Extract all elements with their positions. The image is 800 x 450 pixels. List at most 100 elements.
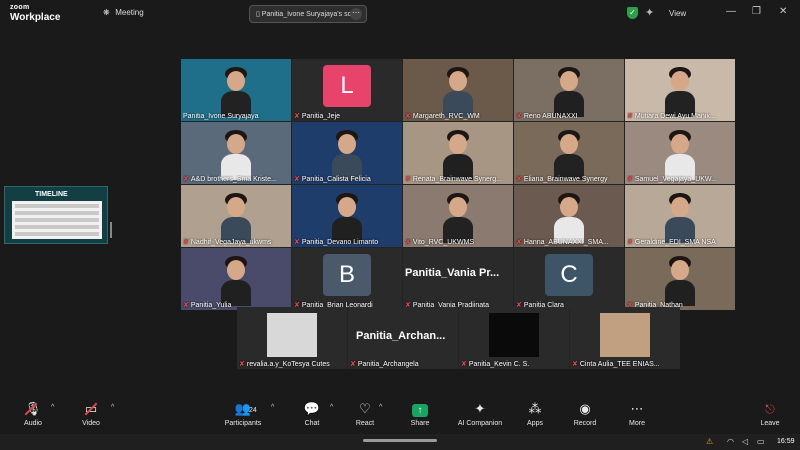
participant-tile[interactable]: ✘ A&D brothers_Sma Kriste... (181, 122, 291, 184)
more-button[interactable]: ⋯ More (607, 400, 667, 427)
minimize-button[interactable]: — (726, 6, 736, 17)
share-options-button[interactable]: ··· (350, 8, 362, 20)
participant-name: ✘ Margareth_RVC_WM (405, 112, 511, 120)
more-icon: ⋯ (630, 401, 644, 416)
security-shield-icon[interactable]: ✓ (627, 7, 638, 19)
maximize-button[interactable]: ❐ (752, 6, 761, 17)
participant-tile[interactable]: L ✘ Panitia_Jeje (292, 59, 402, 121)
chat-button[interactable]: 💬 Chat ^ (282, 400, 342, 427)
mic-muted-icon: ✘ (183, 239, 189, 246)
participant-tile[interactable]: ✘ Panitia_Nathan (625, 248, 735, 310)
participant-name-label: Nadhif_VegaJaya_ukwms (190, 239, 272, 246)
camera-off-icon: ▭ (84, 401, 98, 416)
close-button[interactable]: ✕ (779, 6, 787, 17)
audio-options-caret[interactable]: ^ (51, 404, 54, 411)
mic-muted-icon: ✘ (183, 176, 189, 183)
notification-icon[interactable]: ⚠ (706, 437, 713, 446)
gallery-grid: Panitia_Ivone Suryajaya L ✘ Panitia_Jeje ✘ Ma… (181, 59, 735, 310)
participant-name: ✘ Vito_RVC_UKWMS (405, 238, 511, 246)
leave-icon: ⎋ (765, 402, 775, 416)
participant-tile[interactable]: ✘ Hanna_ABUNAXXI_SMA... (514, 185, 624, 247)
zoom-logo: zoom Workplace (10, 3, 60, 23)
participant-name: ✘ Panitia_Calista Felicia (294, 175, 400, 183)
participants-button[interactable]: 👥 24 Participants ^ (213, 400, 275, 427)
participant-name-label: Vito_RVC_UKWMS (412, 239, 475, 246)
participant-name: ✘ Panitia_Archangela (350, 360, 456, 368)
share-screen-icon: ↑ (412, 404, 428, 417)
audio-button[interactable]: 🎙 Audio ^ (3, 400, 63, 427)
resize-handle[interactable] (110, 222, 112, 238)
taskbar-handle[interactable] (363, 439, 437, 442)
shared-screen-thumbnail[interactable]: TIMELINE (4, 186, 108, 244)
participant-name-label: Hanna_ABUNAXXI_SMA... (523, 239, 609, 246)
participant-tile[interactable]: ✘ Renata_Brainwave Synerg... (403, 122, 513, 184)
participant-tile[interactable]: ✘ Eliana_Brainwave Synergy (514, 122, 624, 184)
participant-name: ✘ Samuel_Vegajaya_UKW... (627, 175, 733, 183)
participant-tile[interactable]: ✘ Panitia_Yulia (181, 248, 291, 310)
participant-name-label: Panitia_Archangela (357, 361, 419, 368)
participant-tile[interactable]: Panitia_Archan... ✘ Panitia_Archangela (348, 307, 458, 369)
meeting-info-button[interactable]: ❋ Meeting (103, 8, 144, 17)
record-button[interactable]: ◉ Record (555, 400, 615, 427)
avatar-initial: L (323, 65, 371, 107)
battery-icon[interactable]: ▭ (757, 437, 765, 446)
participant-name: ✘ revalia.a.y_KoTesya Cutes (239, 360, 345, 368)
wifi-icon[interactable]: ◠ (727, 437, 734, 446)
participant-tile[interactable]: ✘ Nadhif_VegaJaya_ukwms (181, 185, 291, 247)
participant-tile[interactable]: C ✘ Panitia Clara (514, 248, 624, 310)
participant-tile[interactable]: ✘ Reno ABUNAXXI (514, 59, 624, 121)
share-pill-label: Panitia_Ivone Suryajaya's scr (261, 11, 354, 18)
more-label: More (629, 420, 645, 427)
audio-label: Audio (24, 420, 42, 427)
participant-name-label: Margareth_RVC_WM (412, 113, 480, 120)
microphone-muted-icon: 🎙 (24, 401, 42, 416)
participant-name: ✘ Eliana_Brainwave Synergy (516, 175, 622, 183)
shared-slide-title: TIMELINE (35, 191, 68, 198)
mic-muted-icon: ✘ (627, 113, 633, 120)
participants-options-caret[interactable]: ^ (271, 404, 274, 411)
participant-name-label: Panitia_Yulia (190, 302, 232, 309)
participant-name: ✘ Mutiara Dewi Ayu Manik... (627, 112, 733, 120)
participant-tile[interactable]: ✘ Panitia_Calista Felicia (292, 122, 402, 184)
video-button[interactable]: ▭ Video ^ (61, 400, 121, 427)
participant-tile[interactable]: ✘ Mutiara Dewi Ayu Manik... (625, 59, 735, 121)
react-button[interactable]: ♡ React ^ (335, 400, 395, 427)
mic-muted-icon: ✘ (183, 302, 189, 309)
share-button[interactable]: ↑ Share (390, 400, 450, 427)
ai-companion-button[interactable]: ✦ AI Companion (450, 400, 510, 427)
avatar-initial: C (545, 254, 593, 296)
participant-name-label: Panitia_Jeje (301, 113, 341, 120)
participant-name: ✘ Reno ABUNAXXI (516, 112, 622, 120)
participant-tile[interactable]: ✘ Geraldine_EDI_SMA NSA (625, 185, 735, 247)
screen-share-pill[interactable]: ▯ Panitia_Ivone Suryajaya's scr ··· (249, 5, 367, 23)
react-label: React (355, 420, 375, 427)
participant-tile[interactable]: Panitia_Ivone Suryajaya (181, 59, 291, 121)
participant-name-label: Reno ABUNAXXI (523, 113, 578, 120)
ai-sparkle-icon[interactable]: ✦ (645, 6, 654, 19)
participant-name: ✘ Panitia_Kevin C. S. (461, 360, 567, 368)
participant-camera-frame (267, 313, 317, 357)
mic-muted-icon: ✘ (516, 176, 522, 183)
chat-options-caret[interactable]: ^ (330, 404, 333, 411)
leave-button[interactable]: ⎋ Leave (740, 400, 800, 427)
participant-tile[interactable]: Panitia_Vania Pr... ✘ Panitia_Vania Pradji… (403, 248, 513, 310)
participant-name: ✘ Geraldine_EDI_SMA NSA (627, 238, 733, 246)
participant-name-label: revalia.a.y_KoTesya Cutes (246, 361, 330, 368)
participant-name: ✘ A&D brothers_Sma Kriste... (183, 175, 289, 183)
participant-tile[interactable]: ✘ Panitia_Devano Limanto (292, 185, 402, 247)
participant-tile[interactable]: ✘ Samuel_Vegajaya_UKW... (625, 122, 735, 184)
participant-tile[interactable]: ✘ Panitia_Kevin C. S. (459, 307, 569, 369)
participant-tile[interactable]: ✘ Vito_RVC_UKWMS (403, 185, 513, 247)
video-options-caret[interactable]: ^ (111, 404, 114, 411)
participant-name: ✘ Panitia_Devano Limanto (294, 238, 400, 246)
view-button[interactable]: View (669, 9, 686, 18)
react-options-caret[interactable]: ^ (379, 404, 382, 411)
participant-tile[interactable]: ✘ Cinta Aulia_TEE ENIAS... (570, 307, 680, 369)
top-bar: zoom Workplace ❋ Meeting ▯ Panitia_Ivone… (0, 0, 800, 28)
participant-tile[interactable]: B ✘ Panitia_Brian Leonardi (292, 248, 402, 310)
avatar-initial: B (323, 254, 371, 296)
participant-tile[interactable]: ✘ revalia.a.y_KoTesya Cutes (237, 307, 347, 369)
participant-tile[interactable]: ✘ Margareth_RVC_WM (403, 59, 513, 121)
shared-slide-table (12, 201, 102, 239)
volume-icon[interactable]: ◁ (742, 437, 748, 446)
